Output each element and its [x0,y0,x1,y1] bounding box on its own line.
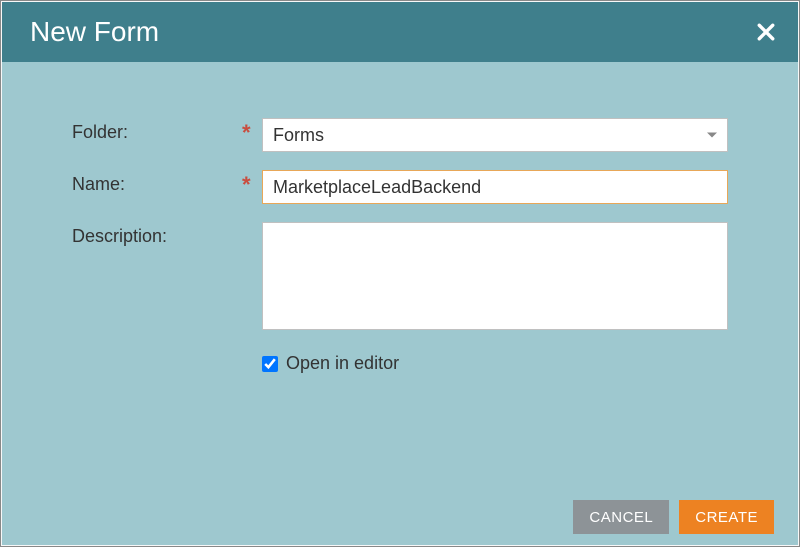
name-input[interactable] [262,170,728,204]
name-row: Name: * [72,170,728,204]
description-label: Description: [72,222,242,247]
close-button[interactable] [754,20,778,44]
folder-label: Folder: [72,118,242,143]
new-form-dialog: New Form Folder: * Forms Name: * [2,2,798,545]
required-indicator: * [242,170,262,194]
cancel-button[interactable]: CANCEL [573,500,669,534]
name-label: Name: [72,170,242,195]
open-in-editor-checkbox[interactable] [262,356,278,372]
dialog-titlebar: New Form [2,2,798,62]
chevron-down-icon [707,133,717,138]
open-in-editor-row: Open in editor [262,353,728,374]
dialog-title: New Form [30,16,159,48]
close-icon [757,23,775,41]
open-in-editor-label: Open in editor [286,353,399,374]
dialog-button-bar: CANCEL CREATE [2,489,798,545]
folder-select[interactable]: Forms [262,118,728,152]
folder-select-value: Forms [273,125,324,146]
folder-row: Folder: * Forms [72,118,728,152]
create-button[interactable]: CREATE [679,500,774,534]
description-textarea[interactable] [262,222,728,330]
description-row: Description: [72,222,728,335]
required-indicator: * [242,118,262,142]
dialog-body: Folder: * Forms Name: * Description: [2,62,798,394]
